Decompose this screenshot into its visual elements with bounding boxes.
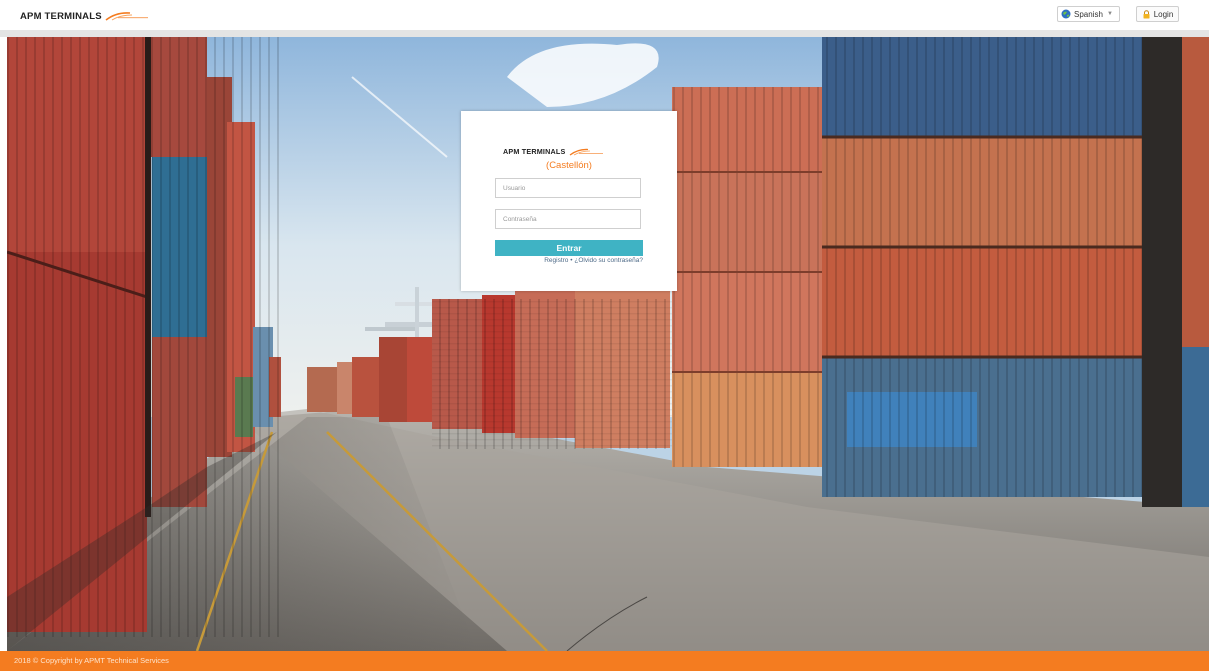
link-separator: • [570, 257, 573, 264]
globe-icon [1061, 9, 1071, 19]
header-divider [0, 30, 1209, 37]
language-label: Spanish [1074, 9, 1103, 19]
chevron-down-icon: ▼ [1107, 11, 1113, 17]
card-logo-text: APM TERMINALS [503, 147, 566, 156]
lock-icon [1142, 9, 1151, 19]
footer-copyright: 2018 © Copyright by APMT Technical Servi… [14, 656, 169, 665]
card-links: Registro • ¿Olvido su contraseña? [461, 257, 643, 264]
top-header: APM TERMINALS Spanish ▼ Login [0, 0, 1209, 31]
logo-swoosh-icon [104, 11, 150, 21]
forgot-password-link[interactable]: ¿Olvido su contraseña? [574, 257, 643, 264]
language-select[interactable]: Spanish ▼ [1057, 6, 1120, 22]
footer: 2018 © Copyright by APMT Technical Servi… [0, 651, 1209, 671]
card-logo: APM TERMINALS [503, 147, 604, 156]
password-input[interactable] [495, 209, 641, 229]
login-button[interactable]: Login [1136, 6, 1179, 22]
login-card: APM TERMINALS (Castellón) Entrar Registr… [461, 111, 677, 291]
register-link[interactable]: Registro [544, 257, 568, 264]
logo-text: APM TERMINALS [20, 10, 102, 22]
logo-swoosh-icon [568, 148, 604, 156]
username-input[interactable] [495, 178, 641, 198]
login-label: Login [1153, 9, 1174, 19]
apm-terminals-logo[interactable]: APM TERMINALS [20, 9, 150, 23]
submit-button[interactable]: Entrar [495, 240, 643, 256]
terminal-name: (Castellón) [546, 160, 592, 171]
